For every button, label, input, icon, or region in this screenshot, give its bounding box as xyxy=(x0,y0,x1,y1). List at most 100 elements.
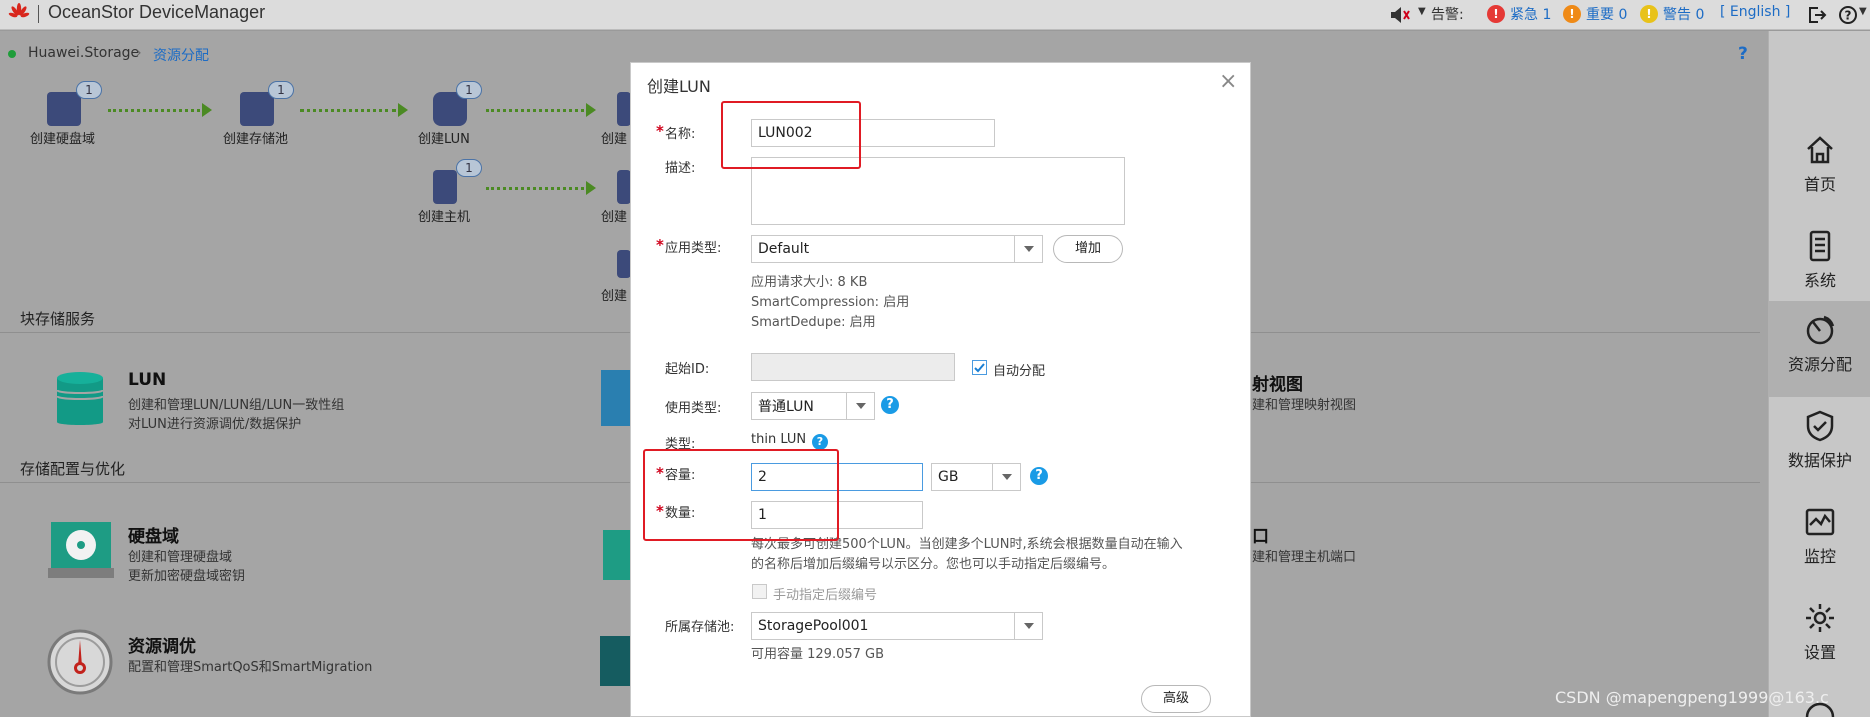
speaker-icon[interactable] xyxy=(1389,6,1411,24)
shield-icon xyxy=(1806,410,1834,442)
terminal-service-icon[interactable] xyxy=(600,636,632,686)
lun-group-icon[interactable] xyxy=(617,92,631,126)
page-help-icon[interactable]: ? xyxy=(1738,44,1748,64)
required-mark: * xyxy=(656,122,664,140)
app-type-label: 应用类型: xyxy=(665,241,722,256)
host-service-icon[interactable] xyxy=(601,370,631,426)
warning-alarm-link[interactable]: 警告 0 xyxy=(1663,4,1704,24)
chevron-down-icon[interactable] xyxy=(1014,613,1042,639)
chevron-down-icon[interactable] xyxy=(992,464,1020,490)
gear-icon xyxy=(1806,604,1834,632)
flow-label[interactable]: 创建硬盘域 xyxy=(30,128,95,147)
nav-item-home[interactable]: 首页 xyxy=(1769,121,1870,217)
section-title-config: 存储配置与优化 xyxy=(20,460,126,478)
disk-domain-service-title[interactable]: 硬盘域 xyxy=(128,522,179,547)
nav-item-settings[interactable]: 设置 xyxy=(1769,589,1870,685)
type-value: thin LUN xyxy=(751,432,807,447)
type-help-icon[interactable]: ? xyxy=(812,434,828,450)
nav-label: 系统 xyxy=(1803,271,1836,290)
usage-type-help-icon[interactable]: ? xyxy=(881,396,899,414)
storage-pool-icon[interactable] xyxy=(240,92,274,126)
critical-alarm-link[interactable]: 紧急 1 xyxy=(1510,4,1551,24)
flow-label[interactable]: 创建LUN xyxy=(418,128,470,147)
system-icon xyxy=(1809,230,1831,262)
close-icon[interactable]: × xyxy=(1219,69,1237,94)
disk-domain-service-desc: 创建和管理硬盘域 xyxy=(128,550,233,565)
app-title: OceanStor DeviceManager xyxy=(48,2,266,22)
breadcrumb-current[interactable]: 资源分配 xyxy=(153,45,209,65)
host-icon[interactable] xyxy=(433,170,457,204)
app-info-line: 应用请求大小: 8 KB xyxy=(751,275,868,290)
lun-service-title[interactable]: LUN xyxy=(128,370,166,390)
quantity-note: 的名称后增加后缀编号以示区分。您也可以手动指定后缀编号。 xyxy=(751,557,1116,572)
nav-label: 首页 xyxy=(1803,175,1836,194)
flow-label[interactable]: 创建 xyxy=(601,128,627,147)
svg-text:?: ? xyxy=(1845,9,1852,23)
start-id-input[interactable] xyxy=(751,353,955,381)
tuning-service-desc: 配置和管理SmartQoS和SmartMigration xyxy=(128,660,373,675)
port-service-title[interactable]: 口 xyxy=(1252,522,1269,547)
nav-item-monitor[interactable]: 监控 xyxy=(1769,493,1870,589)
flow-arrow-icon xyxy=(486,103,596,117)
nav-item-data-protection[interactable]: 数据保护 xyxy=(1769,397,1870,493)
flow-label[interactable]: 创建 xyxy=(601,285,627,304)
logo-separator xyxy=(38,5,39,23)
lun-service-desc: 对LUN进行资源调优/数据保护 xyxy=(128,417,302,432)
help-dropdown-icon[interactable]: ▼ xyxy=(1859,6,1867,17)
lun-service-icon[interactable] xyxy=(55,370,105,430)
breadcrumb-separator-icon: › xyxy=(136,45,142,61)
port-service-desc: 建和管理主机端口 xyxy=(1252,550,1357,565)
language-link[interactable]: [ English ] xyxy=(1720,4,1790,20)
description-label: 描述: xyxy=(665,161,696,176)
disk-domain-service-desc: 更新加密硬盘域密钥 xyxy=(128,569,246,584)
host-group-icon[interactable] xyxy=(617,170,631,204)
dialog-title: 创建LUN xyxy=(647,77,711,96)
chevron-down-icon[interactable] xyxy=(846,393,874,419)
capacity-unit-select[interactable]: GB xyxy=(931,463,1021,491)
logout-icon[interactable] xyxy=(1807,5,1827,25)
storage-pool-value: StoragePool001 xyxy=(758,618,869,634)
major-alarm-link[interactable]: 重要 0 xyxy=(1586,4,1627,24)
storage-pool-service-icon[interactable] xyxy=(603,530,633,580)
monitor-icon xyxy=(1805,508,1835,536)
breadcrumb-root[interactable]: Huawei.Storage xyxy=(28,45,139,61)
app-info-line: SmartDedupe: 启用 xyxy=(751,315,876,330)
highlight-box xyxy=(721,101,861,169)
advanced-button[interactable]: 高级 xyxy=(1141,685,1211,713)
huawei-logo-icon xyxy=(8,3,30,18)
right-nav: 首页 系统 资源分配 数据保护 监控 设置 xyxy=(1768,31,1870,717)
nav-label: 设置 xyxy=(1803,643,1836,662)
speaker-dropdown-icon[interactable]: ▼ xyxy=(1418,6,1426,17)
watermark-text: CSDN @mapengpeng1999@163.c xyxy=(1555,688,1829,707)
mapping-view-icon[interactable] xyxy=(617,250,631,278)
flow-label[interactable]: 创建主机 xyxy=(418,206,470,225)
disk-domain-service-icon[interactable] xyxy=(48,520,114,580)
app-info-line: SmartCompression: 启用 xyxy=(751,295,910,310)
app-type-select[interactable]: Default xyxy=(751,235,1043,263)
nav-item-provisioning[interactable]: 资源分配 xyxy=(1769,301,1870,397)
flow-label[interactable]: 创建 xyxy=(601,206,627,225)
app-type-value: Default xyxy=(758,241,810,257)
nav-label: 监控 xyxy=(1803,547,1836,566)
usage-type-value: 普通LUN xyxy=(758,399,814,415)
tuning-service-title[interactable]: 资源调优 xyxy=(128,632,196,657)
warning-alarm-icon: ! xyxy=(1640,5,1658,23)
disk-domain-icon[interactable] xyxy=(47,92,81,126)
chevron-down-icon[interactable] xyxy=(1014,236,1042,262)
auto-assign-checkbox[interactable] xyxy=(972,360,987,375)
add-app-type-button[interactable]: 增加 xyxy=(1053,235,1123,263)
checkmark-icon xyxy=(974,363,985,373)
help-icon[interactable]: ? xyxy=(1838,5,1858,25)
flow-label[interactable]: 创建存储池 xyxy=(223,128,288,147)
highlight-box xyxy=(643,449,839,541)
available-capacity: 可用容量 129.057 GB xyxy=(751,647,885,662)
manual-suffix-checkbox[interactable] xyxy=(752,584,767,599)
mapping-service-title[interactable]: 射视图 xyxy=(1252,370,1303,395)
nav-item-system[interactable]: 系统 xyxy=(1769,217,1870,313)
usage-type-label: 使用类型: xyxy=(665,401,722,416)
storage-pool-select[interactable]: StoragePool001 xyxy=(751,612,1043,640)
tuning-gauge-icon[interactable] xyxy=(46,628,114,696)
start-id-label: 起始ID: xyxy=(665,362,710,377)
capacity-help-icon[interactable]: ? xyxy=(1030,467,1048,485)
usage-type-select[interactable]: 普通LUN xyxy=(751,392,875,420)
